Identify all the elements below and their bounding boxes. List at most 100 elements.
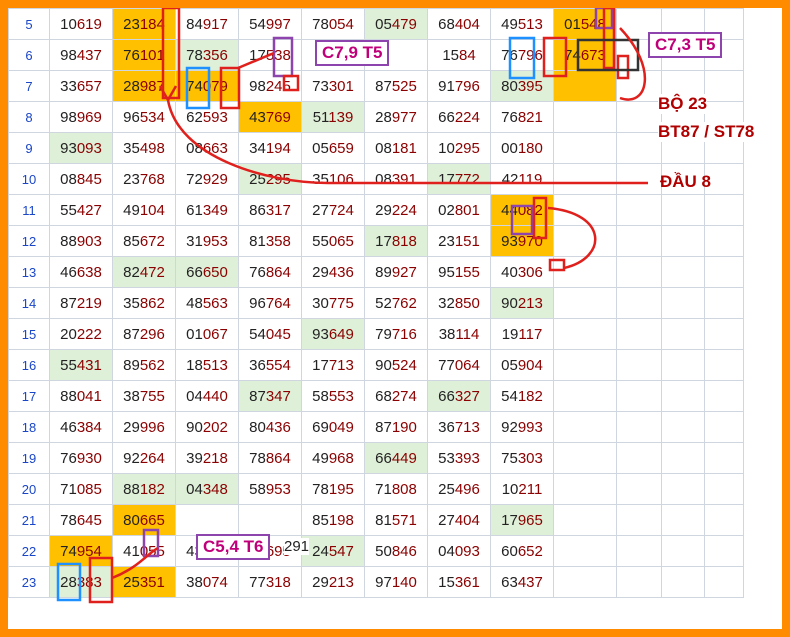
table-row: 13 46638 82472 66650 76864 29436 89927 95155 403… xyxy=(8,256,744,288)
row-number: 22 xyxy=(8,535,50,567)
result-cell: 04093 xyxy=(427,535,491,567)
row-number: 5 xyxy=(8,8,50,40)
result-cell: 01067 xyxy=(175,318,239,350)
row-number: 21 xyxy=(8,504,50,536)
row-number: 6 xyxy=(8,39,50,71)
empty-cell xyxy=(616,535,662,567)
empty-cell xyxy=(661,411,705,443)
result-cell: 04348 xyxy=(175,473,239,505)
table-row: 19 76930 92264 39218 78864 49968 66449 53393 753… xyxy=(8,442,744,474)
result-cell: 78864 xyxy=(238,442,302,474)
result-cell: 62593 xyxy=(175,101,239,133)
result-cell: 97140 xyxy=(364,566,428,598)
label-c79: C7,9 T5 xyxy=(315,40,390,66)
result-cell: 08181 xyxy=(364,132,428,164)
table-row: 18 46384 29996 90202 80436 69049 87190 36713 929… xyxy=(8,411,744,443)
result-cell: 33657 xyxy=(49,70,113,102)
result-cell: 39218 xyxy=(175,442,239,474)
result-cell: 58953 xyxy=(238,473,302,505)
result-cell: 80665 xyxy=(112,504,176,536)
result-cell: 66224 xyxy=(427,101,491,133)
result-cell: 90202 xyxy=(175,411,239,443)
result-cell: 27404 xyxy=(427,504,491,536)
result-cell: 74954 xyxy=(49,535,113,567)
empty-cell xyxy=(661,473,705,505)
empty-cell xyxy=(616,101,662,133)
empty-cell xyxy=(661,504,705,536)
empty-cell xyxy=(616,566,662,598)
result-cell: 66327 xyxy=(427,380,491,412)
result-cell: 96534 xyxy=(112,101,176,133)
empty-cell xyxy=(661,535,705,567)
result-cell: 23151 xyxy=(427,225,491,257)
label-bt: BT87 / ST78 xyxy=(658,122,755,142)
result-cell: 84917 xyxy=(175,8,239,40)
table-row: 9 93093 35498 08663 34194 05659 08181 10295 0018… xyxy=(8,132,744,164)
empty-cell xyxy=(704,473,744,505)
result-cell: 54182 xyxy=(490,380,554,412)
result-cell: 00180 xyxy=(490,132,554,164)
row-number: 17 xyxy=(8,380,50,412)
result-cell: 01548 xyxy=(553,8,617,40)
result-cell: 66650 xyxy=(175,256,239,288)
table-row: 16 55431 89562 18513 36554 17713 90524 77064 059… xyxy=(8,349,744,381)
table-row: 8 98969 96534 62593 43769 51139 28977 66224 7682… xyxy=(8,101,744,133)
result-cell: 91796 xyxy=(427,70,491,102)
result-cell: 25351 xyxy=(112,566,176,598)
result-cell: 15361 xyxy=(427,566,491,598)
result-cell xyxy=(553,473,617,505)
table-row: 2274954410554321831695245475084604093606… xyxy=(8,535,744,567)
table-row: 5 10619 23184 84917 54997 78054 05479 68404 4951… xyxy=(8,8,744,40)
row-number: 19 xyxy=(8,442,50,474)
result-cell: 20222 xyxy=(49,318,113,350)
result-cell: 25496 xyxy=(427,473,491,505)
row-number: 15 xyxy=(8,318,50,350)
result-cell: 10295 xyxy=(427,132,491,164)
result-cell: 44082 xyxy=(490,194,554,226)
result-cell xyxy=(553,380,617,412)
result-cell: 58553 xyxy=(301,380,365,412)
empty-cell xyxy=(661,225,705,257)
result-cell: 72929 xyxy=(175,163,239,195)
result-cell: 71085 xyxy=(49,473,113,505)
result-cell: 90213 xyxy=(490,287,554,319)
result-cell xyxy=(553,318,617,350)
result-cell: 89562 xyxy=(112,349,176,381)
result-cell xyxy=(553,163,617,195)
result-cell: 49104 xyxy=(112,194,176,226)
result-cell: 93649 xyxy=(301,318,365,350)
result-cell xyxy=(553,70,617,102)
result-cell: 35498 xyxy=(112,132,176,164)
result-cell: 88903 xyxy=(49,225,113,257)
result-cell: 98437 xyxy=(49,39,113,71)
empty-cell xyxy=(704,349,744,381)
result-cell: 78054 xyxy=(301,8,365,40)
result-cell: 48563 xyxy=(175,287,239,319)
row-number: 14 xyxy=(8,287,50,319)
result-cell xyxy=(553,287,617,319)
result-cell: 17538 xyxy=(238,39,302,71)
empty-cell xyxy=(704,225,744,257)
result-cell: 77318 xyxy=(238,566,302,598)
result-cell: 49513 xyxy=(490,8,554,40)
table-row: 11 55427 49104 61349 86317 27724 29224 02801 440… xyxy=(8,194,744,226)
result-cell: 96764 xyxy=(238,287,302,319)
result-cell: 29436 xyxy=(301,256,365,288)
result-cell xyxy=(553,535,617,567)
result-cell xyxy=(175,504,239,536)
empty-cell xyxy=(661,318,705,350)
result-cell: 61349 xyxy=(175,194,239,226)
row-number: 12 xyxy=(8,225,50,257)
empty-cell xyxy=(616,256,662,288)
result-cell xyxy=(553,194,617,226)
result-cell: 17772 xyxy=(427,163,491,195)
label-bo23: BỘ 23 xyxy=(658,94,708,114)
empty-cell xyxy=(616,318,662,350)
empty-cell xyxy=(616,287,662,319)
result-cell: 25295 xyxy=(238,163,302,195)
result-cell: 50846 xyxy=(364,535,428,567)
result-cell: 93093 xyxy=(49,132,113,164)
result-cell: 29224 xyxy=(364,194,428,226)
table-row: 15 20222 87296 01067 54045 93649 79716 38114 191… xyxy=(8,318,744,350)
empty-cell xyxy=(704,287,744,319)
